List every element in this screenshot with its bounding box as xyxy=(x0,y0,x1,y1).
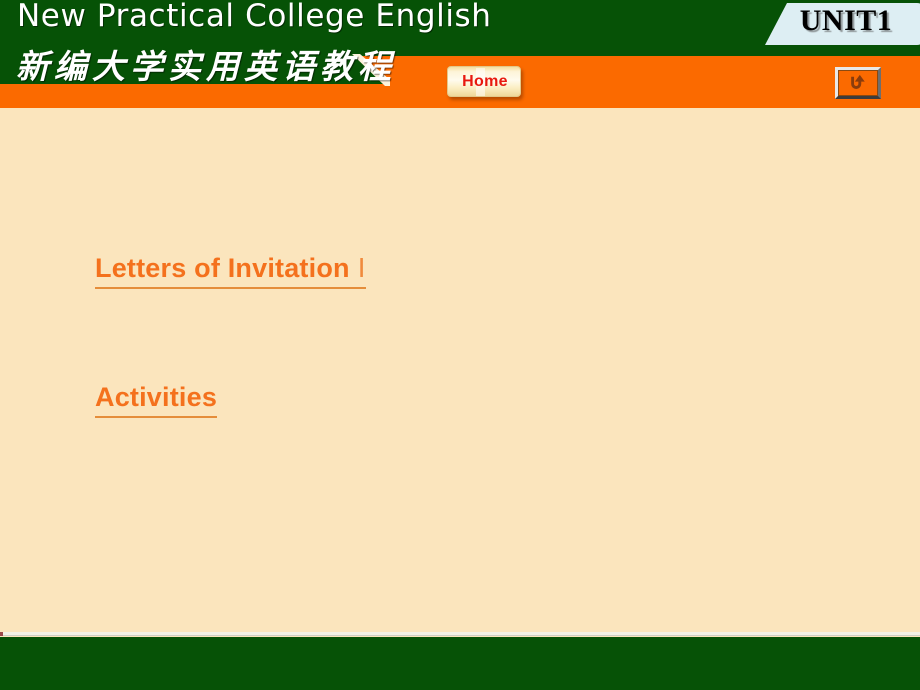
header-banner: New Practical College English 新编大学实用英语教程… xyxy=(0,0,920,110)
unit-badge-label: UNIT1 xyxy=(799,4,893,37)
course-title-chinese: 新编大学实用英语教程 xyxy=(16,47,396,86)
link-label-text: Letters of Invitation xyxy=(95,253,350,283)
slide-root: New Practical College English 新编大学实用英语教程… xyxy=(0,0,920,690)
home-button-label: Home xyxy=(462,73,508,90)
slide-content: Letters of Invitation Ⅰ Activities xyxy=(0,110,920,634)
return-button-frame xyxy=(838,70,878,96)
course-title-english: New Practical College English xyxy=(17,0,492,34)
return-arrow-icon xyxy=(851,74,865,89)
return-button[interactable] xyxy=(835,67,881,99)
footer-divider-tick xyxy=(0,632,3,636)
link-letters-of-invitation-label: Letters of Invitation Ⅰ xyxy=(95,253,366,289)
home-button[interactable]: Home xyxy=(447,66,521,97)
footer-divider xyxy=(0,632,920,636)
link-letters-of-invitation[interactable]: Letters of Invitation Ⅰ xyxy=(95,253,366,289)
roman-numeral-one: Ⅰ xyxy=(357,254,366,283)
footer-band xyxy=(0,637,920,690)
link-activities-label: Activities xyxy=(95,382,218,418)
link-activities[interactable]: Activities xyxy=(95,382,218,418)
